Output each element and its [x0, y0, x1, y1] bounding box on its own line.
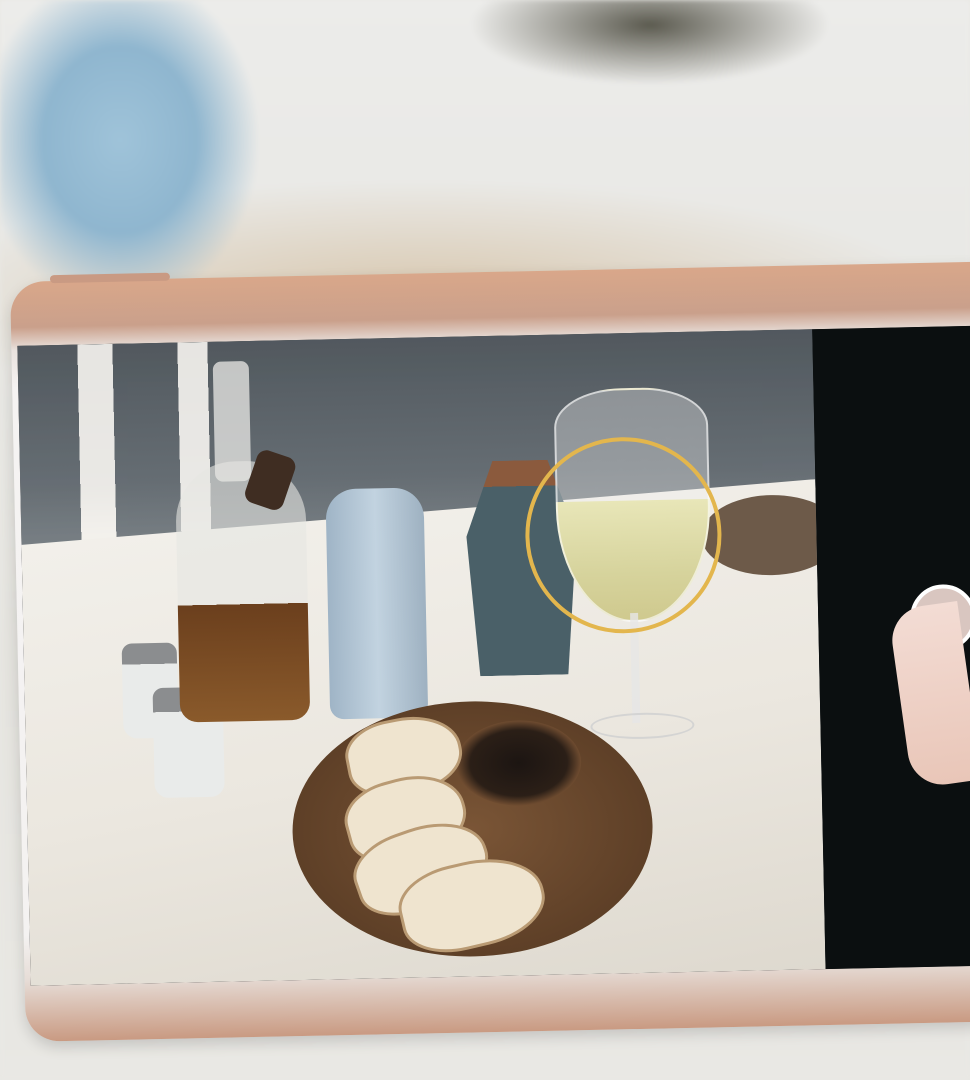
- phone-screen: [17, 325, 970, 986]
- phone-device: [10, 261, 970, 1042]
- volume-button: [49, 272, 171, 284]
- blue-bottle-vase: [325, 487, 429, 720]
- oil-vinegar-cruet: [174, 459, 311, 723]
- camera-viewfinder[interactable]: [17, 329, 826, 986]
